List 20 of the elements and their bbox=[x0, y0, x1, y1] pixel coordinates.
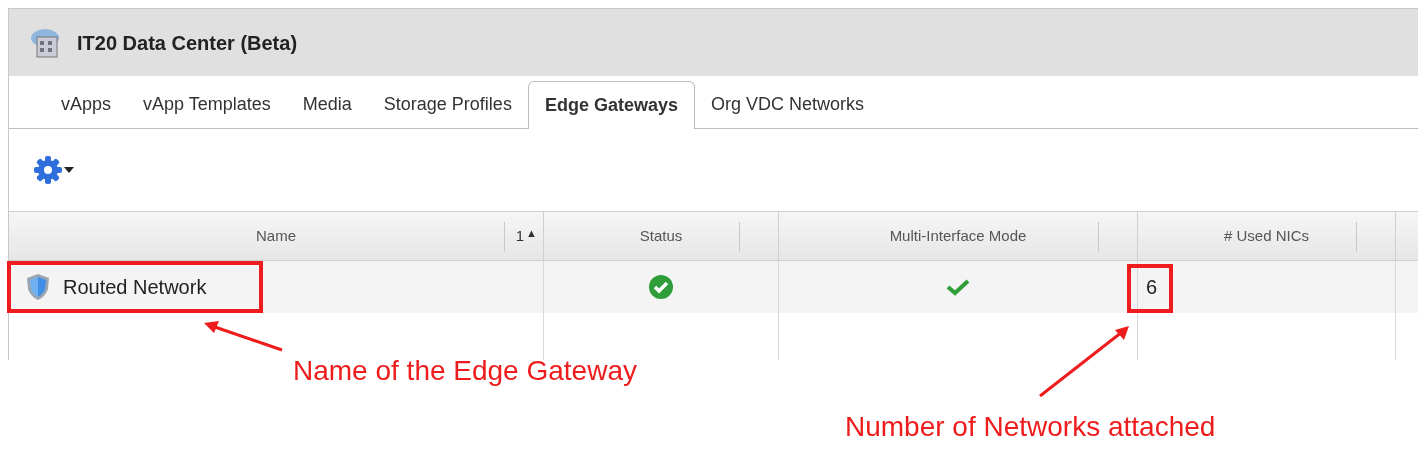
column-header[interactable]: Status bbox=[544, 212, 779, 260]
tab[interactable]: Edge Gateways bbox=[527, 81, 695, 129]
highlight-box bbox=[1127, 264, 1173, 313]
window-title: IT20 Data Center (Beta) bbox=[77, 30, 298, 56]
tab[interactable]: vApps bbox=[45, 80, 128, 128]
column-header bbox=[1396, 212, 1418, 260]
table-cell: Routed Network bbox=[9, 261, 544, 313]
column-header[interactable]: Multi-Interface Mode bbox=[779, 212, 1138, 260]
annotation-text: Name of the Edge Gateway bbox=[293, 354, 637, 388]
table-cell: 6 bbox=[1138, 261, 1396, 313]
tab[interactable]: Storage Profiles bbox=[367, 80, 528, 128]
gear-menu-button[interactable] bbox=[33, 155, 77, 185]
shield-icon bbox=[25, 273, 51, 301]
sort-indicator: 1▲ bbox=[515, 225, 537, 246]
column-header[interactable]: Name 1▲ bbox=[9, 212, 544, 260]
tab[interactable]: Media bbox=[286, 80, 368, 128]
column-header[interactable]: # Used NICs bbox=[1138, 212, 1396, 260]
tab[interactable]: Org VDC Networks bbox=[694, 80, 880, 128]
annotation-text: Number of Networks attached bbox=[845, 410, 1216, 444]
tab[interactable]: vApp Templates bbox=[127, 80, 287, 128]
